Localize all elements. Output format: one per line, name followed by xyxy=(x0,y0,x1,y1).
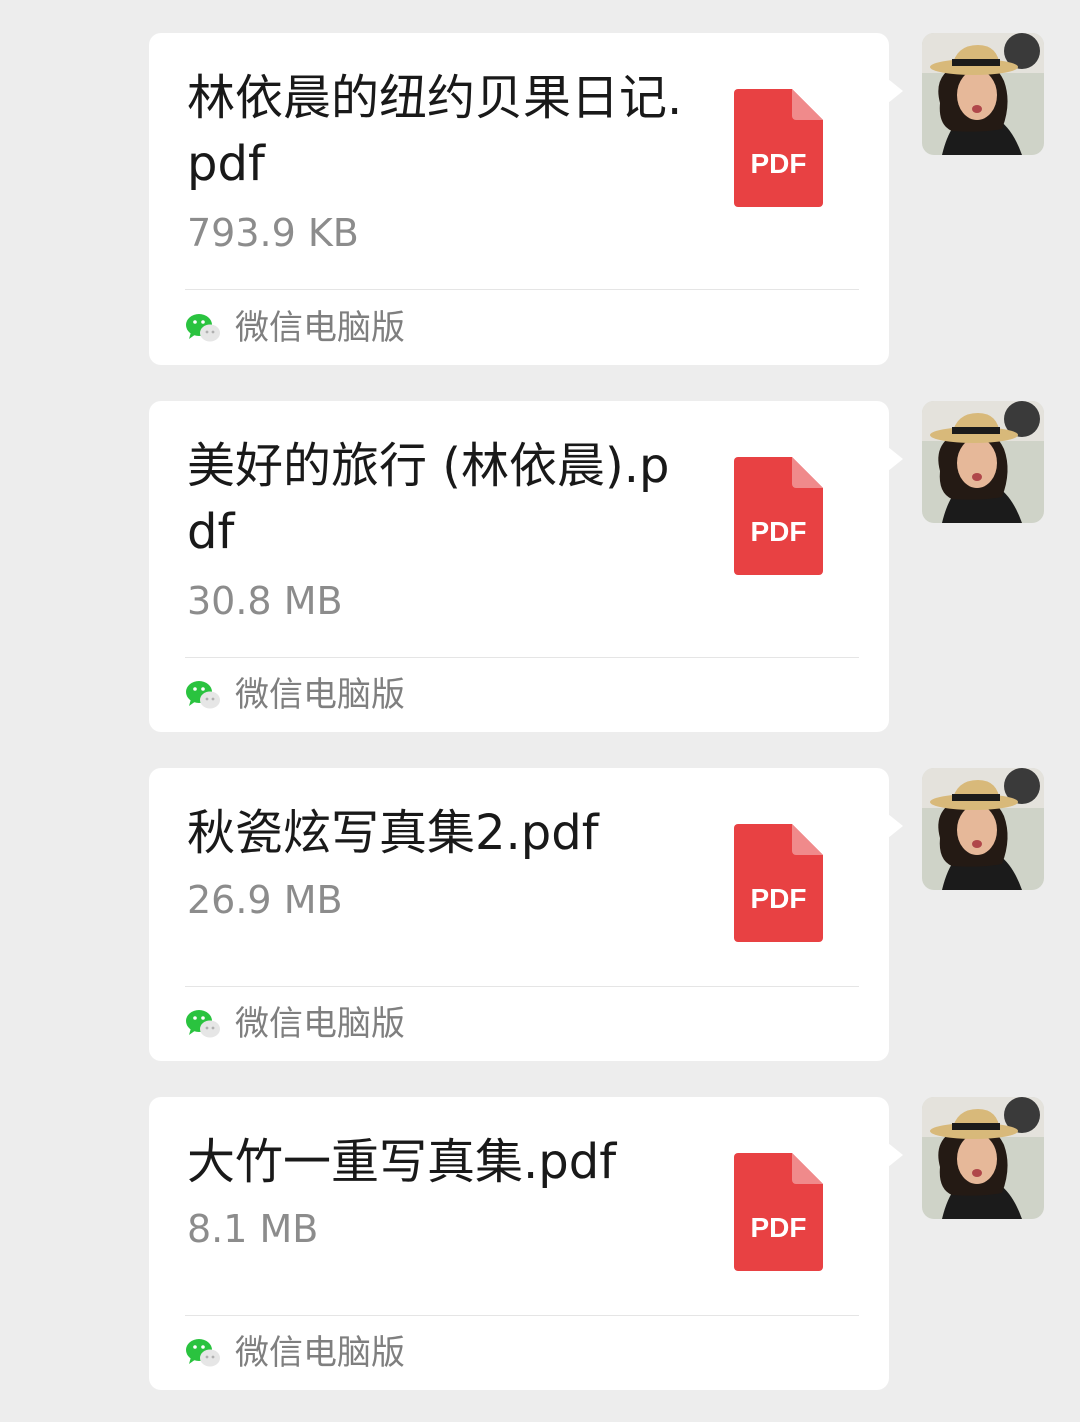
pdf-file-icon: PDF xyxy=(734,89,823,207)
pdf-type-label: PDF xyxy=(751,148,807,179)
wechat-icon xyxy=(186,1339,220,1367)
file-name: 秋瓷炫写真集2.pdf xyxy=(187,805,599,861)
pdf-file-icon: PDF xyxy=(734,824,823,942)
file-size: 8.1 MB xyxy=(187,1207,319,1251)
chat-message-list: 林依晨的纽约贝果日记.pdf 793.9 KB PDF 微信电脑版 美好的旅行 … xyxy=(0,0,1080,1422)
source-row: 微信电脑版 xyxy=(185,1002,405,1046)
wechat-icon xyxy=(186,681,220,709)
file-message-bubble[interactable]: 林依晨的纽约贝果日记.pdf 793.9 KB PDF 微信电脑版 xyxy=(149,33,903,365)
wechat-icon xyxy=(186,314,220,342)
file-size: 26.9 MB xyxy=(187,878,343,922)
file-name: 大竹一重写真集.pdf xyxy=(187,1134,617,1190)
source-label: 微信电脑版 xyxy=(235,1333,405,1373)
pdf-type-label: PDF xyxy=(751,1212,807,1243)
source-label: 微信电脑版 xyxy=(235,308,405,348)
avatar[interactable] xyxy=(922,768,1044,890)
avatar[interactable] xyxy=(922,1097,1044,1219)
divider xyxy=(185,1315,859,1316)
pdf-file-icon: PDF xyxy=(734,457,823,575)
file-size: 793.9 KB xyxy=(187,211,359,255)
divider xyxy=(185,289,859,290)
source-row: 微信电脑版 xyxy=(185,306,405,350)
source-row: 微信电脑版 xyxy=(185,673,405,717)
source-label: 微信电脑版 xyxy=(235,1004,405,1044)
divider xyxy=(185,657,859,658)
pdf-file-icon: PDF xyxy=(734,1153,823,1271)
source-row: 微信电脑版 xyxy=(185,1331,405,1375)
file-size: 30.8 MB xyxy=(187,579,343,623)
file-name: 美好的旅行 (林依晨).pdf xyxy=(187,438,670,560)
file-message-bubble[interactable]: 美好的旅行 (林依晨).pdf 30.8 MB PDF 微信电脑版 xyxy=(149,401,903,732)
pdf-type-label: PDF xyxy=(751,516,807,547)
file-name: 林依晨的纽约贝果日记.pdf xyxy=(187,70,683,192)
divider xyxy=(185,986,859,987)
avatar[interactable] xyxy=(922,33,1044,155)
wechat-icon xyxy=(186,1010,220,1038)
source-label: 微信电脑版 xyxy=(235,675,405,715)
avatar[interactable] xyxy=(922,401,1044,523)
pdf-type-label: PDF xyxy=(751,883,807,914)
file-message-bubble[interactable]: 秋瓷炫写真集2.pdf 26.9 MB PDF 微信电脑版 xyxy=(149,768,903,1061)
file-message-bubble[interactable]: 大竹一重写真集.pdf 8.1 MB PDF 微信电脑版 xyxy=(149,1097,903,1390)
